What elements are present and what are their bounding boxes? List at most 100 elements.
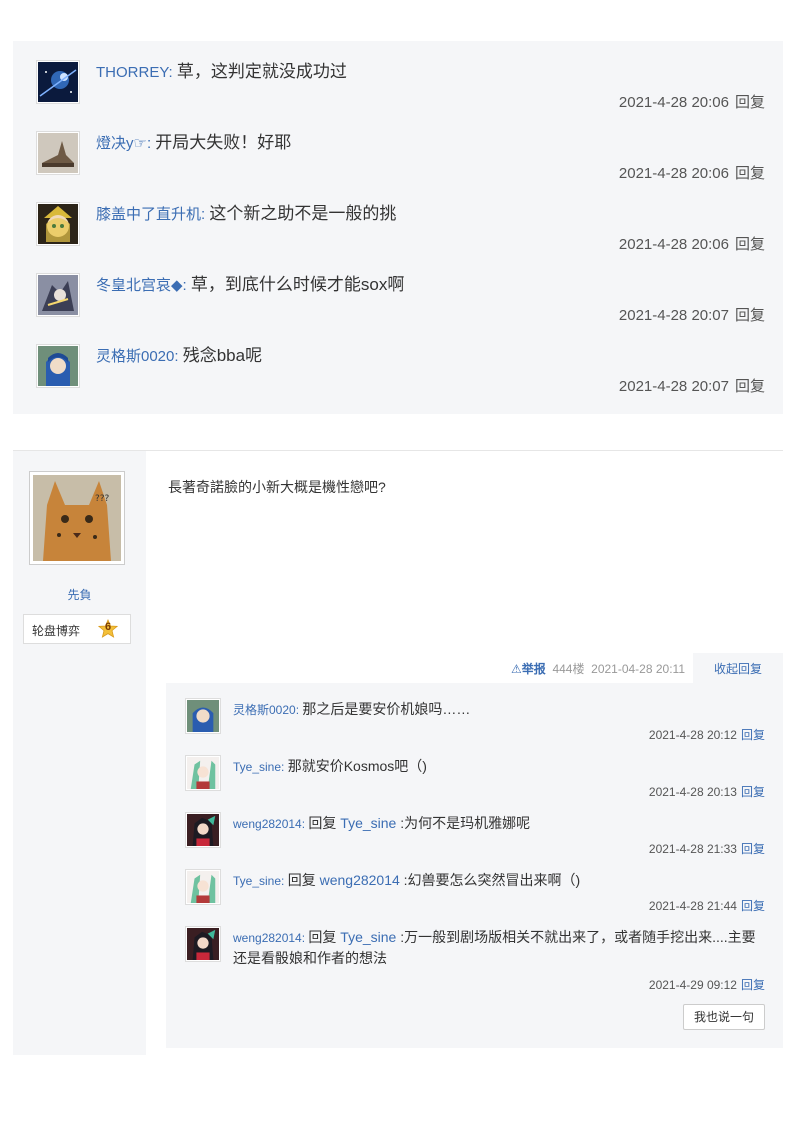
sub-reply-item: THORREY: 草，这判定就没成功过 2021-4-28 20:06 回复 [13,41,783,112]
report-label: 举报 [521,662,546,676]
avatar[interactable] [36,344,80,388]
reply-link[interactable]: 回复 [741,978,765,992]
sub-reply-text: 这个新之助不是一般的挑 [209,204,397,223]
avatar-image [38,133,78,173]
sub-reply-meta: 2021-4-28 20:06 回复 [619,162,765,183]
avatar[interactable] [36,273,80,317]
username-link[interactable]: 灵格斯0020 [96,348,174,365]
post-floor: ??? 先負 轮盘博弈 6 長著奇諾臉的小新大概是機性戀吧? ⚠举报 444楼 … [13,450,783,1055]
sub-reply-line: 膝盖中了直升机: 这个新之助不是一般的挑 [96,203,396,226]
post-footer: ⚠举报 444楼 2021-04-28 20:11 收起回复 [166,653,783,686]
forum-level-badge[interactable]: 轮盘博弈 6 [23,614,131,644]
username-link[interactable]: 冬皇北宫哀◆ [96,277,183,294]
colon-separator: : [174,348,183,365]
reply-prefix: 回复 [308,815,341,831]
reply-link[interactable]: 回复 [741,899,765,913]
colon-separator: : [182,277,191,294]
timestamp: 2021-4-28 20:13 [648,785,737,799]
reply-link[interactable]: 回复 [735,236,765,253]
warning-icon: ⚠ [510,662,522,676]
report-button[interactable]: ⚠举报 [511,662,546,676]
author-avatar[interactable]: ??? [29,471,125,565]
sub-reply-meta: 2021-4-28 20:07 回复 [619,304,765,325]
avatar[interactable] [36,60,80,104]
sub-reply-meta: 2021-4-28 20:12 回复 [649,726,765,743]
collapse-replies-button[interactable]: 收起回复 [693,653,783,686]
username-link[interactable]: weng282014 [233,931,302,945]
avatar-image [187,928,219,960]
post-meta: ⚠举报 444楼 2021-04-28 20:11 [511,660,685,677]
sub-reply-text: :为何不是玛机雅娜呢 [396,815,531,831]
timestamp: 2021-4-28 20:06 [618,94,729,111]
sub-reply-line: 冬皇北宫哀◆: 草，到底什么时候才能sox啊 [96,274,404,297]
username-link[interactable]: Tye_sine [233,760,281,774]
sub-reply-meta: 2021-4-28 21:33 回复 [649,840,765,857]
username-link[interactable]: THORREY [96,64,169,81]
reply-link[interactable]: 回复 [741,785,765,799]
username-link[interactable]: Tye_sine [233,874,281,888]
sub-reply-meta: 2021-4-28 20:07 回复 [619,375,765,396]
avatar-image: ??? [33,475,121,561]
sub-reply-panel: 灵格斯0020: 那之后是要安价机娘吗…… 2021-4-28 20:12 回复 … [166,683,783,1048]
timestamp: 2021-4-28 21:44 [648,899,737,913]
sub-reply-text: 残念bba呢 [182,346,263,365]
timestamp: 2021-4-29 09:12 [648,978,737,992]
avatar[interactable] [185,698,221,734]
avatar[interactable] [185,869,221,905]
avatar-image [187,871,219,903]
sub-reply-text: :幻兽要怎么突然冒出来啊（) [399,872,581,888]
sub-reply-item: 冬皇北宫哀◆: 草，到底什么时候才能sox啊 2021-4-28 20:07 回复 [13,254,783,325]
level-number: 6 [104,621,112,633]
timestamp: 2021-4-28 20:06 [618,236,729,253]
reply-link[interactable]: 回复 [735,94,765,111]
sub-reply-line: 灵格斯0020: 那之后是要安价机娘吗…… [233,699,768,720]
badge-title: 轮盘博弈 [32,624,81,638]
avatar-image [38,204,78,244]
avatar-image [38,275,78,315]
sub-reply-meta: 2021-4-29 09:12 回复 [649,976,765,993]
sub-reply-line: Tye_sine: 那就安价Kosmos吧（) [233,756,768,777]
avatar-caption: ??? [95,494,110,504]
avatar[interactable] [36,202,80,246]
avatar[interactable] [185,926,221,962]
colon-separator: : [168,64,177,81]
username-link[interactable]: 燈决y☞ [96,135,147,152]
colon-separator: : [281,874,288,888]
sub-reply-line: THORREY: 草，这判定就没成功过 [96,61,347,84]
avatar-image [187,757,219,789]
reply-link[interactable]: 回复 [741,728,765,742]
sub-reply-meta: 2021-4-28 20:06 回复 [619,233,765,254]
reply-target-link[interactable]: weng282014 [320,872,400,888]
avatar[interactable] [185,755,221,791]
avatar-image [38,346,78,386]
timestamp: 2021-4-28 20:12 [648,728,737,742]
avatar-image [38,62,78,102]
timestamp: 2021-4-28 20:07 [618,378,729,395]
sub-reply-text: 草，这判定就没成功过 [176,62,347,81]
reply-link[interactable]: 回复 [735,165,765,182]
reply-target-link[interactable]: Tye_sine [340,815,396,831]
sub-reply-text: 草，到底什么时候才能sox啊 [190,275,405,294]
reply-link[interactable]: 回复 [735,378,765,395]
author-name-link[interactable]: 先負 [13,586,146,603]
reply-target-link[interactable]: Tye_sine [340,929,396,945]
sub-reply-text: 那之后是要安价机娘吗…… [302,701,471,717]
sub-reply-meta: 2021-4-28 21:44 回复 [649,897,765,914]
reply-link[interactable]: 回复 [741,842,765,856]
reply-link[interactable]: 回复 [735,307,765,324]
author-sidebar: ??? 先負 轮盘博弈 6 [13,451,146,1055]
avatar[interactable] [185,812,221,848]
timestamp: 2021-4-28 20:06 [618,165,729,182]
username-link[interactable]: 膝盖中了直升机 [96,206,201,223]
sub-reply-line: Tye_sine: 回复 weng282014 :幻兽要怎么突然冒出来啊（) [233,870,768,891]
floor-number: 444楼 [552,662,585,676]
sub-reply-line: 灵格斯0020: 残念bba呢 [96,345,262,368]
avatar-image [187,814,219,846]
avatar[interactable] [36,131,80,175]
username-link[interactable]: weng282014 [233,817,302,831]
username-link[interactable]: 灵格斯0020 [233,703,296,717]
sub-reply-text: 开局大失败！好耶 [155,133,292,152]
timestamp: 2021-4-28 20:07 [618,307,729,324]
timestamp: 2021-4-28 21:33 [648,842,737,856]
add-comment-button[interactable]: 我也说一句 [683,1004,765,1030]
